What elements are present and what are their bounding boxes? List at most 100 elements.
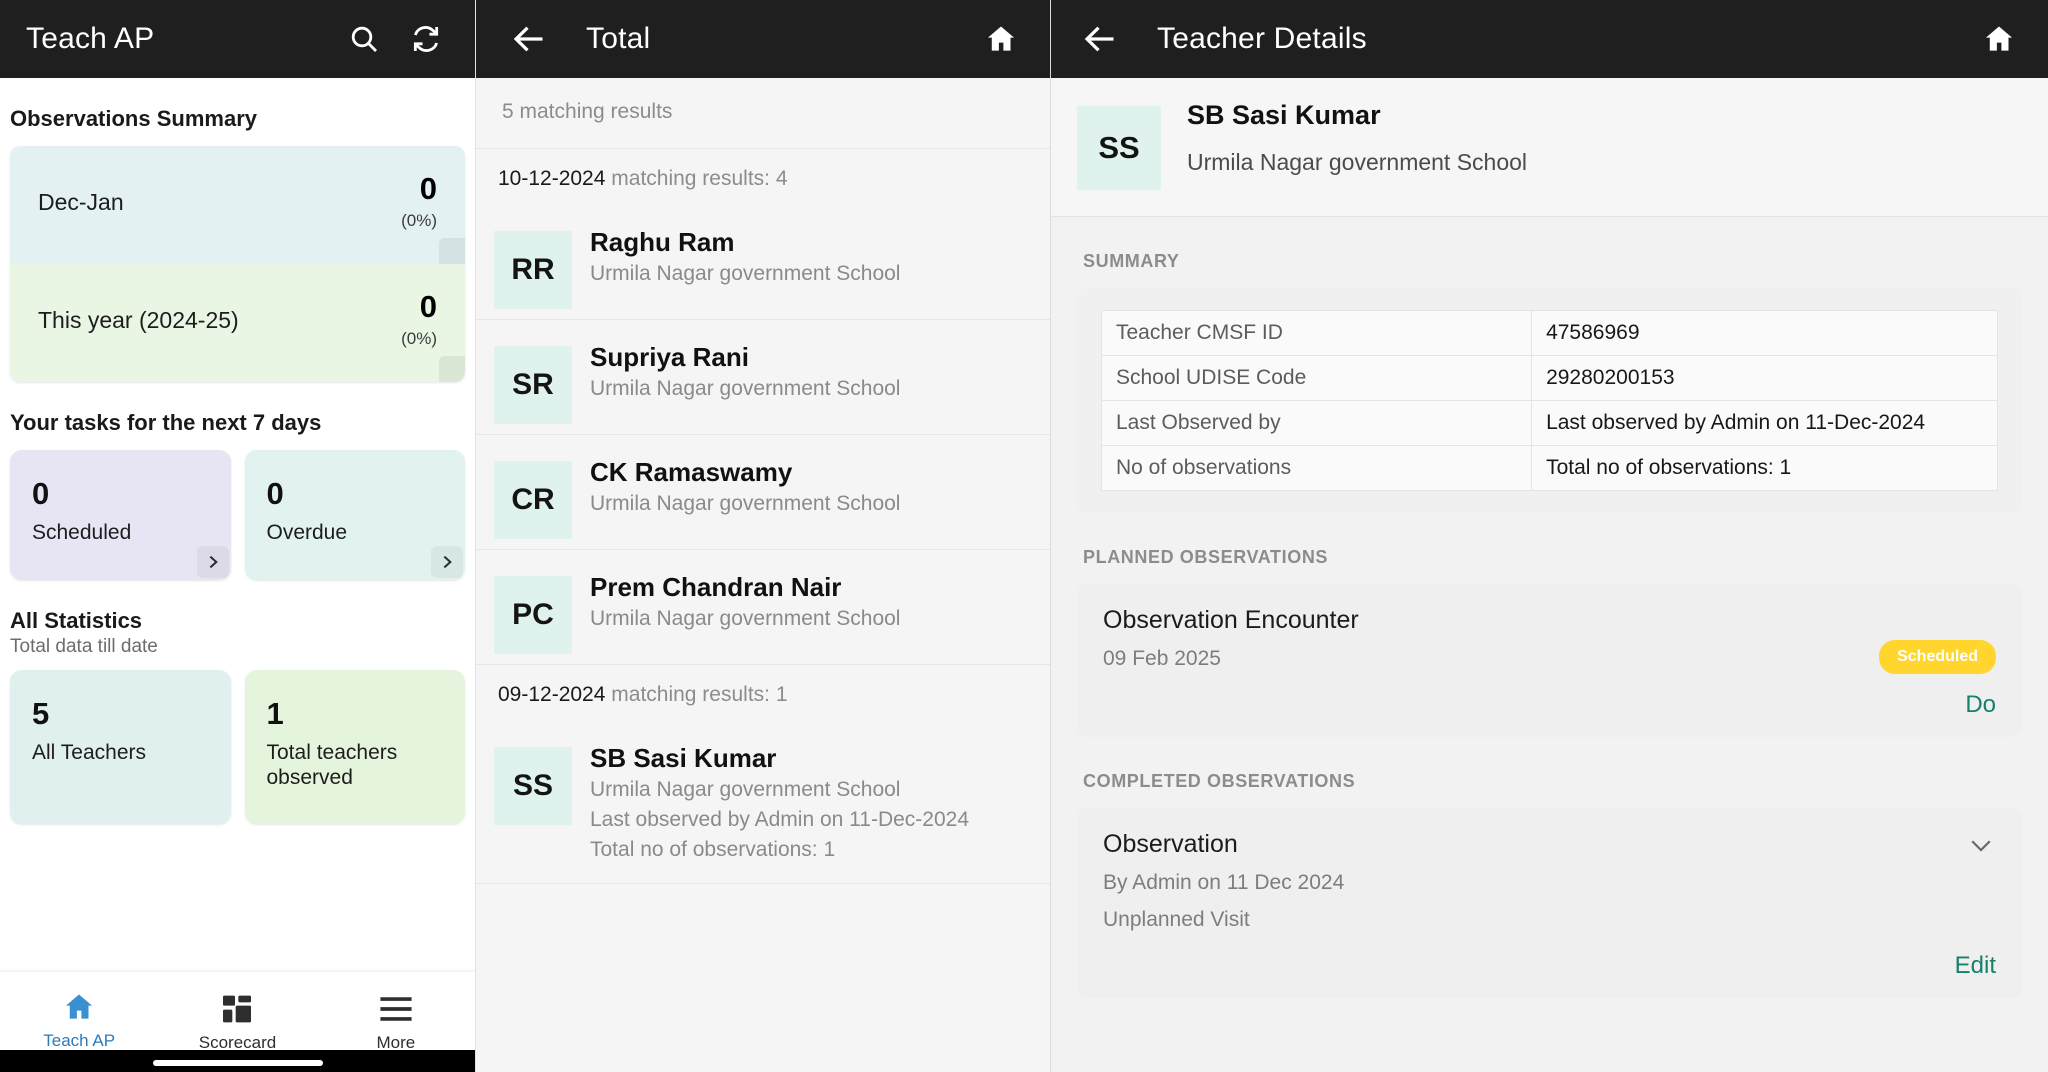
system-gesture-bar — [0, 1050, 475, 1072]
summary-value: 29280200153 — [1531, 355, 1998, 401]
tile-scheduled[interactable]: 0 Scheduled — [10, 450, 231, 580]
summary-row-dec-jan[interactable]: Dec-Jan 0 (0%) — [10, 146, 465, 264]
observation-visit-type: Unplanned Visit — [1103, 908, 1250, 932]
edit-button[interactable]: Edit — [1103, 952, 1996, 980]
teacher-name: CK Ramaswamy — [590, 457, 793, 487]
nav-item-more[interactable]: More — [317, 992, 475, 1053]
summary-value: Last observed by Admin on 11-Dec-2024 — [1531, 400, 1998, 446]
matching-results-label: 5 matching results — [476, 78, 1050, 149]
teacher-total-observations: Total no of observations: 1 — [590, 837, 836, 861]
summary-section-label: SUMMARY — [1083, 251, 1180, 271]
planned-observation-item[interactable]: Observation Encounter 09 Feb 2025 Schedu… — [1077, 584, 2022, 737]
group-count: matching results: 4 — [611, 167, 788, 190]
nav-item-teach-ap[interactable]: Teach AP — [0, 990, 158, 1055]
status-badge: Scheduled — [1879, 640, 1996, 674]
tile-label: All Teachers — [32, 740, 147, 764]
home-icon[interactable] — [1976, 16, 2022, 62]
table-row[interactable]: PC Prem Chandran Nair Urmila Nagar gover… — [476, 550, 1050, 665]
tile-all-teachers[interactable]: 5 All Teachers — [10, 669, 231, 825]
summary-value: 0 — [419, 171, 437, 206]
table-row[interactable]: SR Supriya Rani Urmila Nagar government … — [476, 320, 1050, 435]
do-button[interactable]: Do — [1103, 691, 1996, 719]
tasks-heading: Your tasks for the next 7 days — [10, 410, 322, 435]
group-count: matching results: 1 — [611, 683, 788, 706]
tile-overdue[interactable]: 0 Overdue — [244, 450, 465, 580]
home-icon[interactable] — [978, 16, 1024, 62]
summary-values: 0 (0%) — [401, 173, 437, 231]
teacher-results-list[interactable]: 10-12-2024 matching results: 4 RR Raghu … — [476, 149, 1050, 1072]
planned-observations-label: PLANNED OBSERVATIONS — [1083, 547, 1329, 567]
sync-icon[interactable] — [403, 16, 449, 62]
back-arrow-icon[interactable] — [1077, 16, 1123, 62]
summary-value: 0 — [419, 289, 437, 324]
avatar: PC — [494, 576, 572, 654]
list-item-info: Raghu Ram Urmila Nagar government School — [590, 219, 1032, 289]
teacher-name: Supriya Rani — [590, 342, 749, 372]
result-group-header: 10-12-2024 matching results: 4 — [476, 149, 1050, 205]
observation-title: Observation Encounter — [1103, 606, 1359, 634]
teacher-last-observed: Last observed by Admin on 11-Dec-2024 — [590, 808, 970, 832]
summary-value: 47586969 — [1531, 310, 1998, 356]
teacher-name: SB Sasi Kumar — [1187, 100, 1381, 130]
teacher-school: Urmila Nagar government School — [590, 607, 901, 631]
table-row[interactable]: RR Raghu Ram Urmila Nagar government Sch… — [476, 205, 1050, 320]
result-group-header: 09-12-2024 matching results: 1 — [476, 665, 1050, 721]
table-row: Last Observed by Last observed by Admin … — [1100, 400, 1998, 446]
list-item-info: SB Sasi Kumar Urmila Nagar government Sc… — [590, 735, 1032, 865]
panel1-content: Observations Summary Dec-Jan 0 (0%) This… — [0, 78, 475, 1072]
scorecard-icon — [221, 992, 253, 1026]
all-statistics-tiles: 5 All Teachers 1 Total teachers observed — [10, 669, 465, 825]
panel2-app-bar: Total — [476, 0, 1050, 78]
avatar: SR — [494, 346, 572, 424]
list-item-info: Supriya Rani Urmila Nagar government Sch… — [590, 334, 1032, 404]
teacher-header: SS SB Sasi Kumar Urmila Nagar government… — [1051, 78, 2048, 217]
observation-by: By Admin on 11 Dec 2024 — [1103, 870, 1345, 894]
nav-item-scorecard[interactable]: Scorecard — [158, 992, 316, 1053]
completed-observation-item[interactable]: Observation By Admin on 11 Dec 2024 Unpl… — [1077, 807, 2022, 999]
all-statistics-heading: All Statistics — [10, 607, 143, 633]
tile-value: 0 — [266, 476, 284, 511]
avatar: RR — [494, 231, 572, 309]
list-item-info: Prem Chandran Nair Urmila Nagar governme… — [590, 564, 1032, 634]
table-row[interactable]: SS SB Sasi Kumar Urmila Nagar government… — [476, 721, 1050, 884]
summary-key: Last Observed by — [1100, 400, 1533, 446]
teacher-name: Raghu Ram — [590, 227, 735, 257]
teacher-details-content: SS SB Sasi Kumar Urmila Nagar government… — [1051, 78, 2048, 1072]
tile-value: 5 — [32, 695, 50, 731]
observation-date: 09 Feb 2025 — [1103, 647, 1221, 670]
chevron-right-icon[interactable] — [431, 545, 463, 578]
summary-key: School UDISE Code — [1100, 355, 1533, 401]
search-icon[interactable] — [341, 16, 387, 62]
avatar: SS — [1077, 106, 1161, 190]
list-item-info: CK Ramaswamy Urmila Nagar government Sch… — [590, 449, 1032, 519]
table-row[interactable]: CR CK Ramaswamy Urmila Nagar government … — [476, 435, 1050, 550]
table-row: School UDISE Code 29280200153 — [1100, 355, 1998, 401]
observations-summary-card: Dec-Jan 0 (0%) This year (2024-25) 0 (0%… — [10, 146, 465, 382]
panel1-app-bar: Teach AP — [0, 0, 475, 78]
all-statistics-subheading: Total data till date — [10, 635, 158, 657]
tasks-tiles: 0 Scheduled 0 Overdue — [10, 450, 465, 580]
summary-percent: (0%) — [401, 211, 437, 230]
panel-teacher-details: Teacher Details SS SB Sasi Kumar Urmila … — [1050, 0, 2048, 1072]
chevron-right-icon[interactable] — [196, 545, 229, 578]
teacher-school: Urmila Nagar government School — [590, 492, 901, 516]
tile-total-teachers-observed[interactable]: 1 Total teachers observed — [244, 669, 465, 825]
teacher-school: Urmila Nagar government School — [590, 778, 901, 802]
tile-value: 0 — [32, 476, 50, 511]
panel-total-list: Total 5 matching results 10-12-2024 matc… — [475, 0, 1050, 1072]
summary-values: 0 (0%) — [401, 291, 437, 349]
avatar: SS — [494, 747, 572, 825]
table-row: No of observations Total no of observati… — [1100, 445, 1998, 491]
panel2-title: Total — [586, 22, 651, 55]
group-date: 09-12-2024 — [498, 683, 606, 706]
tile-value: 1 — [266, 695, 284, 731]
chevron-down-icon[interactable] — [1966, 830, 1996, 865]
home-icon — [62, 990, 96, 1024]
teacher-school: Urmila Nagar government School — [590, 262, 901, 286]
tile-label: Total teachers observed — [266, 740, 398, 789]
back-arrow-icon[interactable] — [506, 16, 552, 62]
summary-percent: (0%) — [401, 329, 437, 348]
menu-icon — [379, 992, 413, 1026]
summary-corner-chip — [439, 238, 465, 264]
summary-row-this-year[interactable]: This year (2024-25) 0 (0%) — [10, 264, 465, 382]
